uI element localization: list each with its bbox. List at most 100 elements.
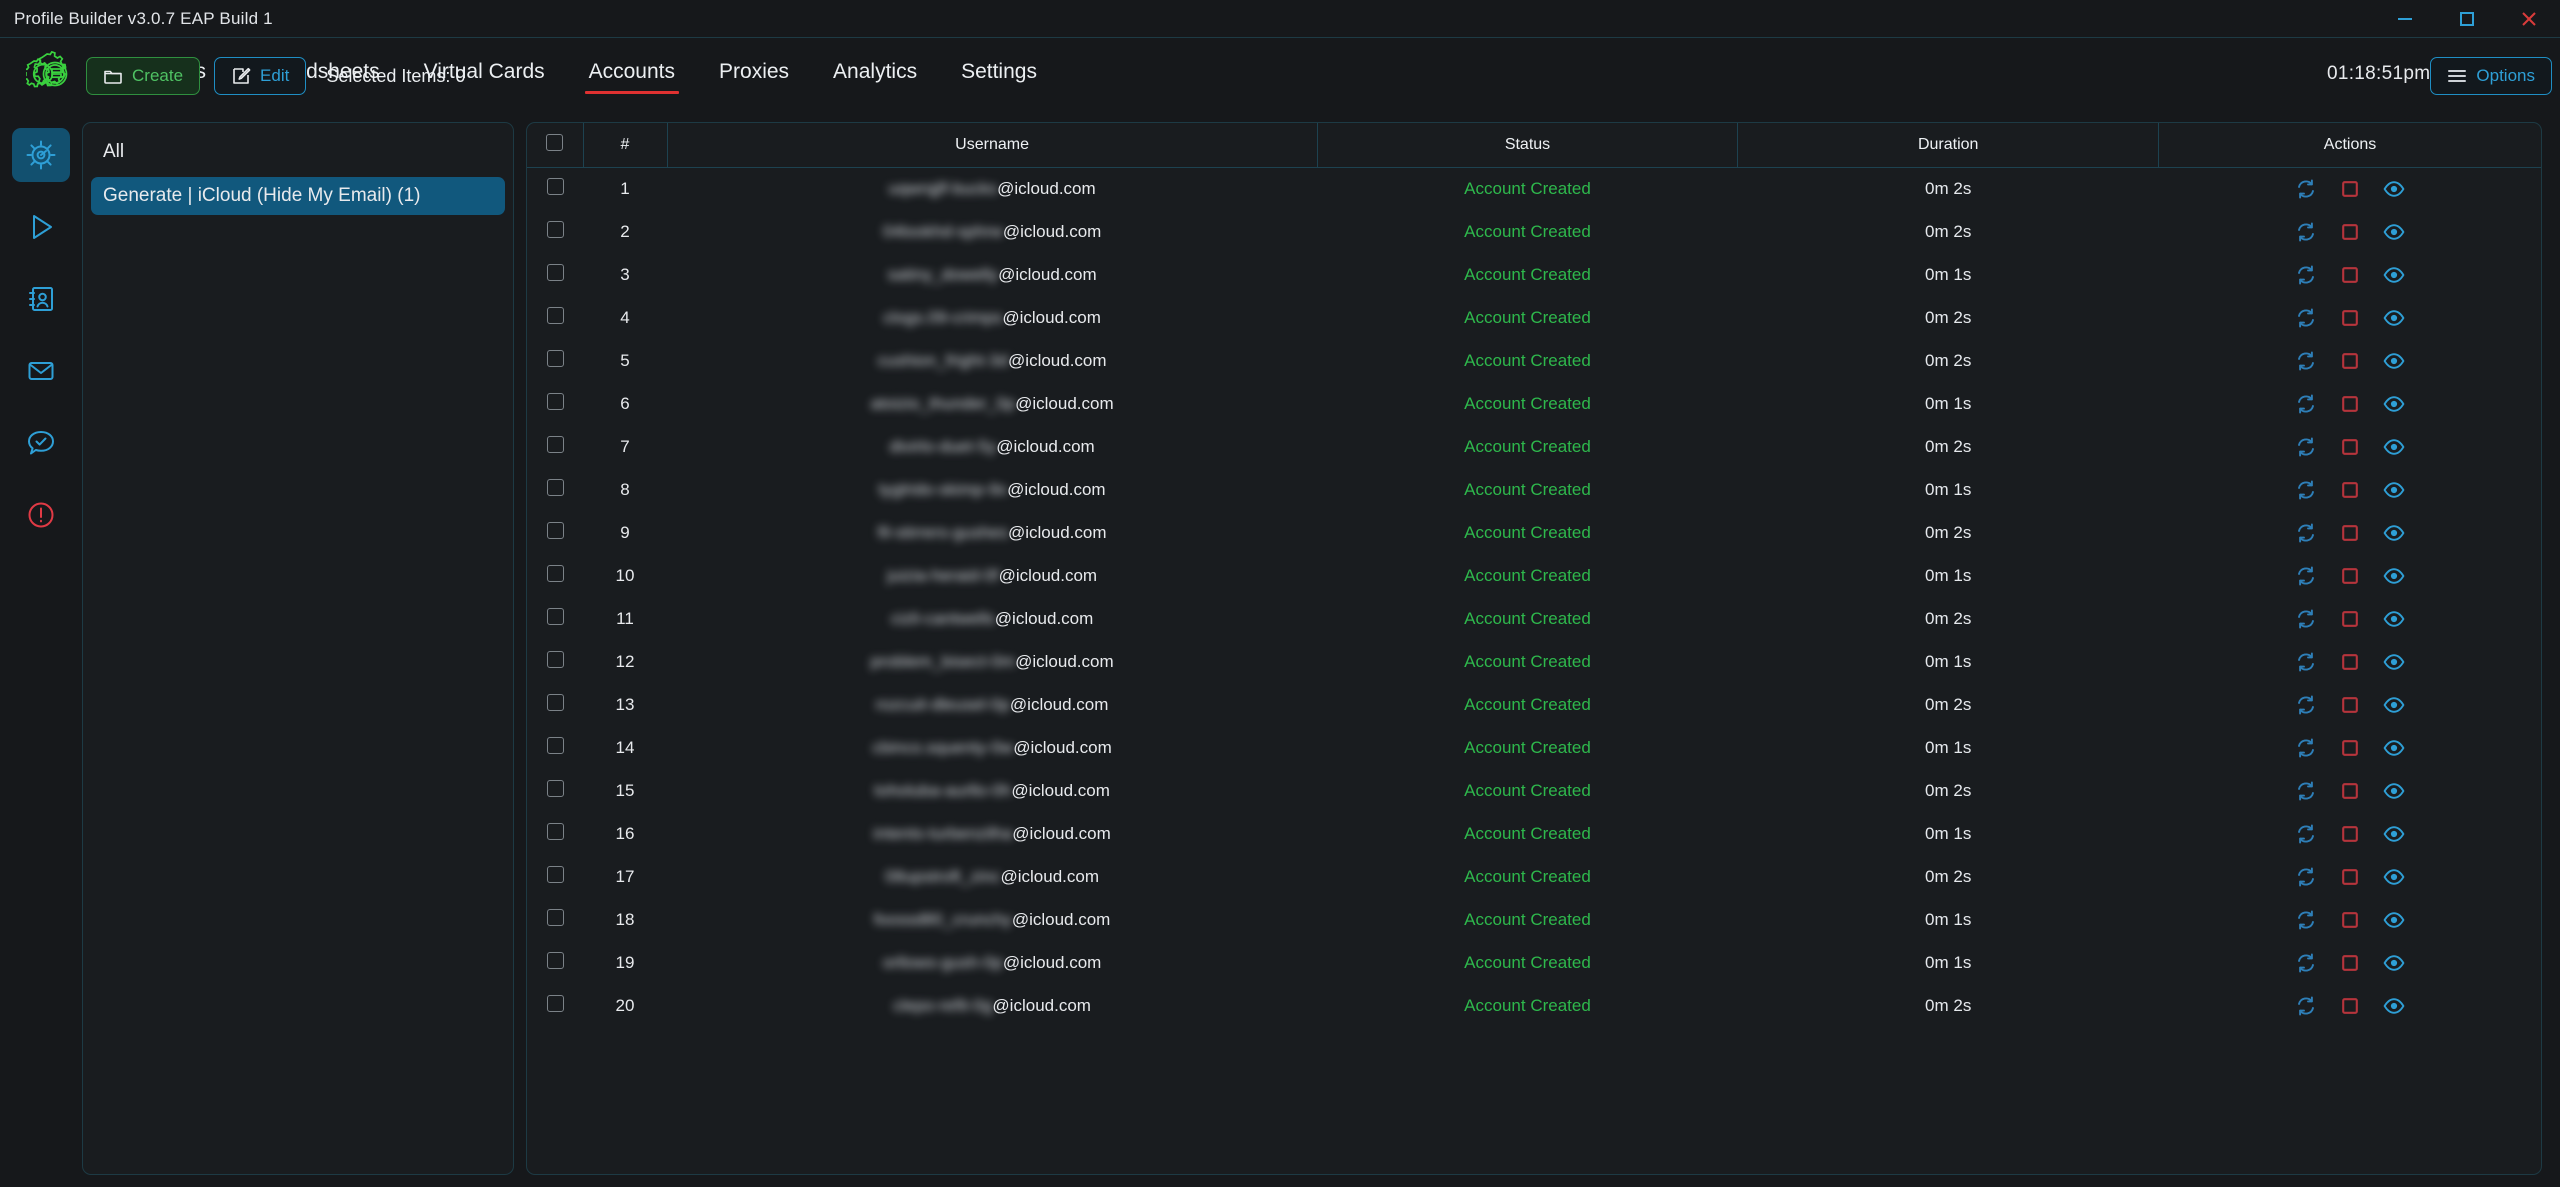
stop-square-icon[interactable] xyxy=(2339,350,2361,372)
eye-view-icon[interactable] xyxy=(2383,350,2405,372)
row-checkbox[interactable] xyxy=(546,693,564,711)
create-button[interactable]: Create xyxy=(86,57,201,95)
sidebar-item-generate-icloud[interactable]: Generate | iCloud (Hide My Email) (1) xyxy=(91,177,505,215)
row-checkbox[interactable] xyxy=(546,349,564,367)
refresh-icon[interactable] xyxy=(2295,221,2317,243)
eye-view-icon[interactable] xyxy=(2383,479,2405,501)
eye-view-icon[interactable] xyxy=(2383,995,2405,1017)
sidebar-item-all[interactable]: All xyxy=(91,133,505,171)
refresh-icon[interactable] xyxy=(2295,350,2317,372)
row-checkbox[interactable] xyxy=(546,994,564,1012)
eye-view-icon[interactable] xyxy=(2383,393,2405,415)
eye-view-icon[interactable] xyxy=(2383,909,2405,931)
stop-square-icon[interactable] xyxy=(2339,823,2361,845)
row-checkbox[interactable] xyxy=(546,306,564,324)
stop-square-icon[interactable] xyxy=(2339,952,2361,974)
stop-square-icon[interactable] xyxy=(2339,307,2361,329)
row-checkbox-cell[interactable] xyxy=(527,683,583,726)
row-checkbox[interactable] xyxy=(546,822,564,840)
refresh-icon[interactable] xyxy=(2295,565,2317,587)
refresh-icon[interactable] xyxy=(2295,393,2317,415)
eye-view-icon[interactable] xyxy=(2383,737,2405,759)
refresh-icon[interactable] xyxy=(2295,823,2317,845)
header-username[interactable]: Username xyxy=(667,123,1318,168)
row-checkbox-cell[interactable] xyxy=(527,253,583,296)
rail-item-settings-gear[interactable] xyxy=(12,128,70,182)
eye-view-icon[interactable] xyxy=(2383,178,2405,200)
refresh-icon[interactable] xyxy=(2295,608,2317,630)
rail-item-mail[interactable] xyxy=(12,344,70,398)
stop-square-icon[interactable] xyxy=(2339,608,2361,630)
row-checkbox-cell[interactable] xyxy=(527,812,583,855)
row-checkbox[interactable] xyxy=(546,908,564,926)
stop-square-icon[interactable] xyxy=(2339,780,2361,802)
stop-square-icon[interactable] xyxy=(2339,651,2361,673)
maximize-button[interactable] xyxy=(2436,0,2498,38)
stop-square-icon[interactable] xyxy=(2339,393,2361,415)
row-checkbox[interactable] xyxy=(546,177,564,195)
row-checkbox[interactable] xyxy=(546,521,564,539)
stop-square-icon[interactable] xyxy=(2339,479,2361,501)
table-row[interactable]: 20 clepo-refit-0g@icloud.com Account Creat… xyxy=(527,984,2541,1027)
header-actions[interactable]: Actions xyxy=(2158,123,2541,168)
refresh-icon[interactable] xyxy=(2295,866,2317,888)
rail-item-contacts[interactable] xyxy=(12,272,70,326)
eye-view-icon[interactable] xyxy=(2383,264,2405,286)
stop-square-icon[interactable] xyxy=(2339,264,2361,286)
header-duration[interactable]: Duration xyxy=(1737,123,2160,168)
vertical-scrollbar[interactable] xyxy=(2548,110,2558,1187)
row-checkbox[interactable] xyxy=(546,478,564,496)
table-row[interactable]: 16 intents-turbenzilha@icloud.com Account … xyxy=(527,812,2541,855)
refresh-icon[interactable] xyxy=(2295,952,2317,974)
eye-view-icon[interactable] xyxy=(2383,651,2405,673)
eye-view-icon[interactable] xyxy=(2383,436,2405,458)
stop-square-icon[interactable] xyxy=(2339,909,2361,931)
eye-view-icon[interactable] xyxy=(2383,694,2405,716)
select-all-checkbox[interactable] xyxy=(546,133,564,151)
stop-square-icon[interactable] xyxy=(2339,522,2361,544)
row-checkbox-cell[interactable] xyxy=(527,726,583,769)
table-row[interactable]: 7 divirlo-duet-5y@icloud.com Account Creat… xyxy=(527,425,2541,468)
stop-square-icon[interactable] xyxy=(2339,995,2361,1017)
row-checkbox[interactable] xyxy=(546,650,564,668)
table-row[interactable]: 1 uqwrqjlf-bucks@icloud.com Account Create… xyxy=(527,167,2541,210)
table-row[interactable]: 14 cbinco.squenty-0w@icloud.com Account Cr… xyxy=(527,726,2541,769)
row-checkbox[interactable] xyxy=(546,736,564,754)
table-row[interactable]: 8 tyglrido-skimp-9x@icloud.com Account Cre… xyxy=(527,468,2541,511)
row-checkbox-cell[interactable] xyxy=(527,382,583,425)
row-checkbox-cell[interactable] xyxy=(527,425,583,468)
row-checkbox-cell[interactable] xyxy=(527,554,583,597)
table-row[interactable]: 15 toholuba-aurllo-0h@icloud.com Account C… xyxy=(527,769,2541,812)
stop-square-icon[interactable] xyxy=(2339,737,2361,759)
refresh-icon[interactable] xyxy=(2295,436,2317,458)
refresh-icon[interactable] xyxy=(2295,479,2317,501)
row-checkbox[interactable] xyxy=(546,263,564,281)
row-checkbox-cell[interactable] xyxy=(527,855,583,898)
row-checkbox-cell[interactable] xyxy=(527,468,583,511)
refresh-icon[interactable] xyxy=(2295,694,2317,716)
table-row[interactable]: 17 08upstroft_zinc@icloud.com Account Crea… xyxy=(527,855,2541,898)
row-checkbox-cell[interactable] xyxy=(527,640,583,683)
refresh-icon[interactable] xyxy=(2295,780,2317,802)
table-row[interactable]: 13 rozcuit-dleusel-0p@icloud.com Account C… xyxy=(527,683,2541,726)
table-row[interactable]: 18 foossd80_crunchy@icloud.com Account Cre… xyxy=(527,898,2541,941)
table-row[interactable]: 12 problem_bisect-0m@icloud.com Account Cr… xyxy=(527,640,2541,683)
refresh-icon[interactable] xyxy=(2295,307,2317,329)
table-row[interactable]: 2 04lookhd-sphrw@icloud.com Account Create… xyxy=(527,210,2541,253)
row-checkbox[interactable] xyxy=(546,951,564,969)
rail-item-alerts[interactable] xyxy=(12,488,70,542)
stop-square-icon[interactable] xyxy=(2339,565,2361,587)
edit-button[interactable]: Edit xyxy=(214,57,307,95)
table-row[interactable]: 4 clogs.09-crimps@icloud.com Account Creat… xyxy=(527,296,2541,339)
row-checkbox-cell[interactable] xyxy=(527,296,583,339)
table-row[interactable]: 11 cizli-cantwells@icloud.com Account Crea… xyxy=(527,597,2541,640)
rail-item-run-play[interactable] xyxy=(12,200,70,254)
row-checkbox[interactable] xyxy=(546,865,564,883)
refresh-icon[interactable] xyxy=(2295,995,2317,1017)
row-checkbox-cell[interactable] xyxy=(527,769,583,812)
rail-item-messages[interactable] xyxy=(12,416,70,470)
stop-square-icon[interactable] xyxy=(2339,178,2361,200)
eye-view-icon[interactable] xyxy=(2383,823,2405,845)
table-row[interactable]: 19 orllows-gush-0p@icloud.com Account Crea… xyxy=(527,941,2541,984)
row-checkbox[interactable] xyxy=(546,779,564,797)
